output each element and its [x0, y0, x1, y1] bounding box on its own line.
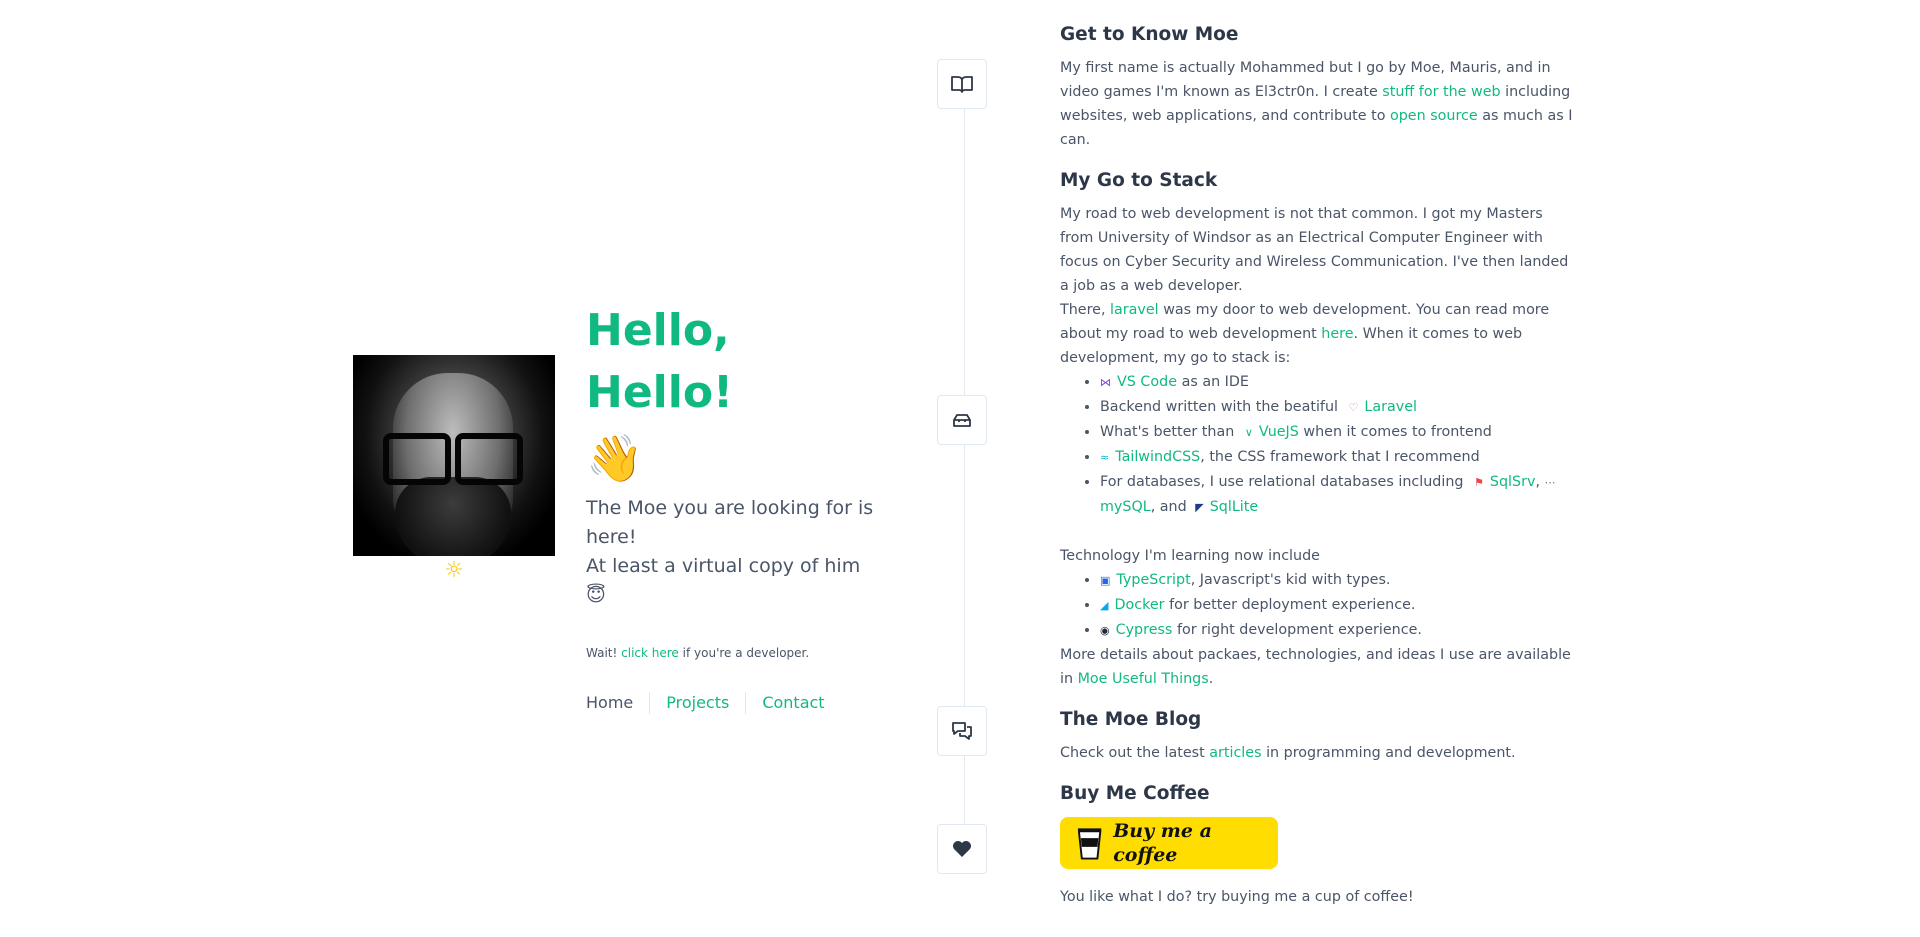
learning-intro: Technology I'm learning now include [1060, 548, 1320, 564]
learning-list: ▣TypeScript, Javascript's kid with types… [1060, 568, 1580, 643]
about-title: Get to Know Moe [1060, 24, 1239, 45]
buy-me-coffee-button[interactable]: Buy me a coffee [1060, 817, 1278, 869]
chat-icon[interactable] [937, 706, 987, 756]
vue-icon: ∨ [1244, 426, 1253, 439]
blog-text: Check out the latest articles in program… [1060, 745, 1516, 761]
sun-icon[interactable]: ☼ [353, 558, 555, 583]
intro-block: Hello, Hello! 👋 The Moe you are looking … [586, 300, 886, 714]
coffee-text: You like what I do? try buying me a cup … [1060, 889, 1414, 905]
avatar-beard [395, 477, 511, 556]
sqlite-link[interactable]: SqlLite [1210, 499, 1258, 515]
coffee-section: Buy Me Coffee Buy me a coffee You like w… [1060, 781, 1580, 909]
stack-title: My Go to Stack [1060, 170, 1218, 191]
here-link[interactable]: here [1321, 326, 1353, 342]
list-item: ◢Docker for better deployment experience… [1100, 593, 1580, 618]
nav-projects[interactable]: Projects [649, 692, 745, 714]
book-icon[interactable] [937, 59, 987, 109]
list-item: ◉Cypress for right development experienc… [1100, 618, 1580, 643]
tailwind-icon: ≈ [1100, 451, 1110, 464]
nav-home[interactable]: Home [586, 692, 649, 714]
blog-title: The Moe Blog [1060, 709, 1202, 730]
list-item: ≈TailwindCSS, the CSS framework that I r… [1100, 445, 1580, 470]
main-nav: Home Projects Contact [586, 692, 886, 714]
about-text: My first name is actually Mohammed but I… [1060, 60, 1573, 148]
list-item: ⋈VS Code as an IDE [1100, 370, 1580, 395]
open-source-link[interactable]: open source [1390, 108, 1478, 124]
developer-link[interactable]: click here [621, 646, 679, 660]
articles-link[interactable]: articles [1209, 745, 1261, 761]
greeting-heading: Hello, Hello! [586, 305, 734, 418]
cypress-link[interactable]: Cypress [1116, 622, 1173, 638]
stack-paragraph-2: There, laravel was my door to web develo… [1060, 302, 1550, 366]
docker-link[interactable]: Docker [1114, 597, 1164, 613]
stack-paragraph-1: My road to web development is not that c… [1060, 206, 1569, 294]
stuff-for-web-link[interactable]: stuff for the web [1382, 84, 1500, 100]
coffee-cup-icon [1077, 828, 1102, 860]
nav-contact[interactable]: Contact [745, 692, 840, 714]
list-item: What's better than ∨VueJS when it comes … [1100, 420, 1580, 445]
laravel-stack-link[interactable]: Laravel [1364, 399, 1417, 415]
tagline: The Moe you are looking for is here! At … [586, 494, 886, 610]
angel-emoji: 😇 [586, 584, 606, 606]
tailwind-link[interactable]: TailwindCSS [1115, 449, 1200, 465]
vscode-link[interactable]: VS Code [1117, 374, 1177, 390]
toolbox-icon[interactable] [937, 395, 987, 445]
sqlsrv-link[interactable]: SqlSrv [1490, 474, 1536, 490]
mysql-icon: ⋯ [1544, 476, 1556, 489]
coffee-title: Buy Me Coffee [1060, 783, 1210, 804]
list-item: Backend written with the beatiful ♡Larav… [1100, 395, 1580, 420]
waving-hand-emoji: 👋 [586, 431, 644, 485]
coffee-button-label: Buy me a coffee [1113, 820, 1212, 866]
list-item: For databases, I use relational database… [1100, 470, 1580, 520]
about-section: Get to Know Moe My first name is actuall… [1060, 22, 1580, 152]
heart-icon[interactable] [937, 824, 987, 874]
sqlsrv-icon: ⚑ [1474, 476, 1484, 489]
laravel-icon: ♡ [1348, 401, 1359, 414]
vuejs-link[interactable]: VueJS [1259, 424, 1299, 440]
more-details: More details about packaes, technologies… [1060, 647, 1571, 687]
typescript-icon: ▣ [1100, 574, 1111, 587]
sqlite-icon: ◤ [1195, 501, 1204, 514]
stack-section: My Go to Stack My road to web developmen… [1060, 168, 1580, 691]
vscode-icon: ⋈ [1100, 376, 1111, 389]
developer-note: Wait! click here if you're a developer. [586, 646, 810, 660]
profile-column: ☼ [353, 355, 555, 583]
docker-icon: ◢ [1100, 599, 1109, 612]
tagline-line1: The Moe you are looking for is here! [586, 497, 874, 548]
tagline-line2: At least a virtual copy of him [586, 555, 861, 577]
mysql-link[interactable]: mySQL [1100, 499, 1151, 515]
cypress-icon: ◉ [1100, 624, 1110, 637]
stack-list: ⋈VS Code as an IDE Backend written with … [1060, 370, 1580, 520]
useful-things-link[interactable]: Moe Useful Things [1078, 671, 1209, 687]
avatar-glasses [383, 433, 523, 485]
content-column: Get to Know Moe My first name is actuall… [1060, 22, 1580, 925]
avatar [353, 355, 555, 556]
typescript-link[interactable]: TypeScript [1116, 572, 1190, 588]
laravel-link[interactable]: laravel [1110, 302, 1159, 318]
blog-section: The Moe Blog Check out the latest articl… [1060, 707, 1580, 765]
list-item: ▣TypeScript, Javascript's kid with types… [1100, 568, 1580, 593]
